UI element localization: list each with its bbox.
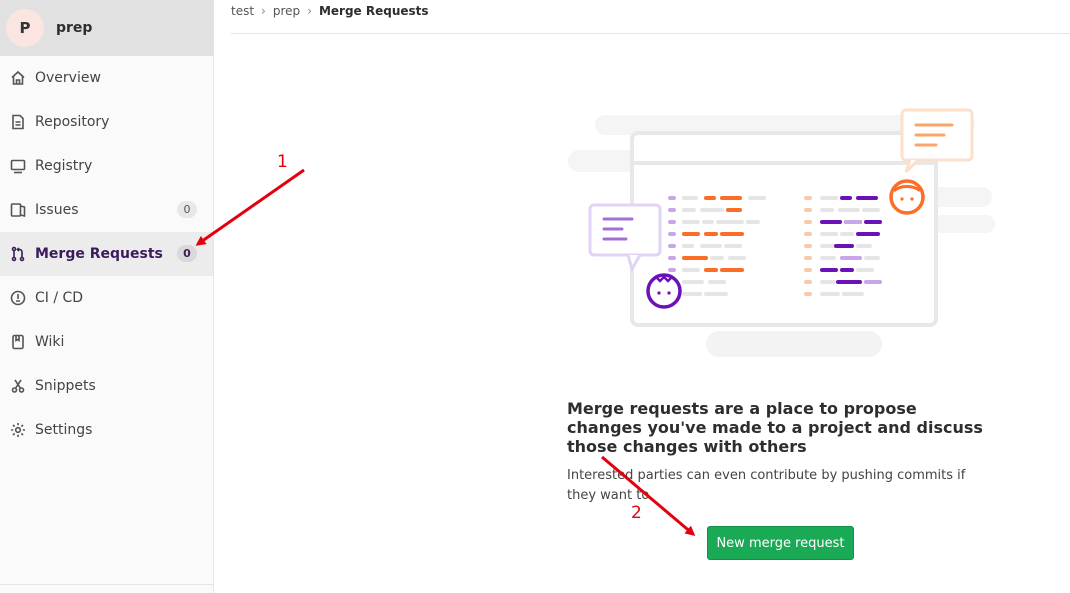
sidebar: P prep Overview Repository Registry Issu… [0, 0, 214, 593]
empty-state-title: Merge requests are a place to propose ch… [567, 399, 983, 456]
merge-requests-count-badge: 0 [177, 245, 197, 262]
scissors-icon [9, 377, 27, 395]
sidebar-item-label: Wiki [35, 334, 65, 350]
new-merge-request-button[interactable]: New merge request [707, 526, 854, 560]
sidebar-item-label: Merge Requests [35, 246, 163, 262]
container-icon [9, 157, 27, 175]
sidebar-item-label: Issues [35, 202, 79, 218]
sidebar-item-label: Registry [35, 158, 93, 174]
home-icon [9, 69, 27, 87]
project-name: prep [56, 20, 93, 36]
sidebar-item-wiki[interactable]: Wiki [0, 320, 213, 364]
sidebar-item-settings[interactable]: Settings [0, 408, 213, 452]
sidebar-nav: Overview Repository Registry Issues 0 Me… [0, 56, 213, 452]
avatar: P [6, 9, 44, 47]
sidebar-item-label: Settings [35, 422, 93, 438]
merge-requests-empty-illustration [568, 108, 995, 357]
chevron-right-icon: › [261, 4, 266, 18]
book-icon [9, 333, 27, 351]
git-merge-icon [9, 245, 27, 263]
sidebar-item-ci-cd[interactable]: CI / CD [0, 276, 213, 320]
issues-icon [9, 201, 27, 219]
breadcrumb-item-project[interactable]: prep [273, 4, 300, 18]
gear-icon [9, 421, 27, 439]
doc-icon [9, 113, 27, 131]
sidebar-item-snippets[interactable]: Snippets [0, 364, 213, 408]
sidebar-item-issues[interactable]: Issues 0 [0, 188, 213, 232]
sidebar-item-overview[interactable]: Overview [0, 56, 213, 100]
sidebar-item-repository[interactable]: Repository [0, 100, 213, 144]
sidebar-item-label: Repository [35, 114, 110, 130]
breadcrumb-item-group[interactable]: test [231, 4, 254, 18]
empty-state-description: Interested parties can even contribute b… [567, 468, 966, 503]
annotation-label-2: 2 [631, 503, 642, 523]
rocket-icon [9, 289, 27, 307]
project-header[interactable]: P prep [0, 0, 213, 56]
sidebar-item-merge-requests[interactable]: Merge Requests 0 [0, 232, 213, 276]
annotation-label-1: 1 [277, 152, 288, 172]
breadcrumb: test › prep › Merge Requests [231, 0, 1070, 34]
sidebar-divider [0, 584, 213, 585]
breadcrumb-item-current[interactable]: Merge Requests [319, 4, 429, 18]
chevron-right-icon: › [307, 4, 312, 18]
sidebar-item-registry[interactable]: Registry [0, 144, 213, 188]
sidebar-item-label: Overview [35, 70, 101, 86]
issues-count-badge: 0 [177, 201, 197, 218]
sidebar-item-label: Snippets [35, 378, 96, 394]
sidebar-item-label: CI / CD [35, 290, 84, 306]
